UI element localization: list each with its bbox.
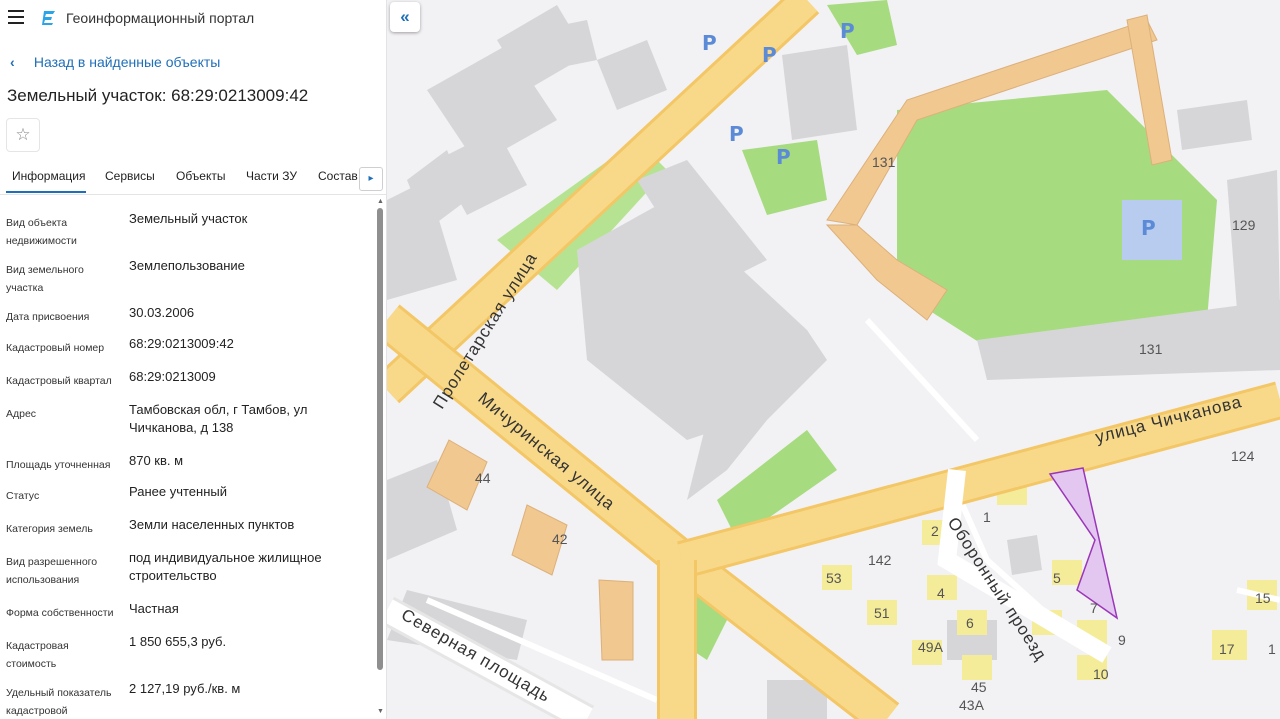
property-label: Кадастровый номер [6,342,105,354]
tab-composition[interactable]: Состав [318,169,358,183]
info-panel: Геоинформационный портал ‹ Назад в найде… [0,0,387,719]
property-value: 1 850 655,3 руб. [129,634,227,649]
hamburger-icon[interactable] [8,10,24,24]
building-number: 4 [937,585,945,601]
building-number: 51 [874,605,890,621]
building-number: 15 [1255,590,1271,606]
portal-logo-icon [42,11,55,25]
building-number: 49А [918,639,944,655]
property-label: Вид объекта недвижимости [6,217,77,247]
street-label: Мичуринская улица [474,389,618,514]
tab-bar: Информация Сервисы Объекты Части ЗУ Сост… [0,162,386,195]
property-label: Дата присвоения [6,311,90,323]
parking-icon: P [729,122,744,146]
properties-list: Вид объекта недвижимости Земельный участ… [0,196,376,719]
properties-scrollbar[interactable]: ▲ ▼ [376,196,385,719]
property-value: Частная [129,601,179,616]
property-value: под индивидуальное жилищное строительств… [129,550,322,583]
building-number: 6 [966,615,974,631]
building-number: 5 [1053,570,1061,586]
property-value: Тамбовская обл, г Тамбов, ул Чичканова, … [129,402,308,435]
building-number: 42 [552,531,568,547]
building-number: 2 [931,523,939,539]
parking-icon: P [762,43,777,67]
highlighted-parcel[interactable] [1048,467,1119,620]
tab-parts[interactable]: Части ЗУ [246,169,297,183]
property-label: Статус [6,490,40,502]
tab-services[interactable]: Сервисы [105,169,155,183]
property-value: 30.03.2006 [129,305,195,320]
property-label: Площадь уточненная [6,459,111,471]
building-number: 124 [1231,448,1255,464]
scroll-up-icon[interactable]: ▲ [377,198,384,205]
parking-icon: P [776,145,791,169]
property-value: Ранее учтенный [129,484,227,499]
building-number: 44 [475,470,491,486]
building-number: 45 [971,679,987,695]
parking-icon: P [702,31,717,55]
scroll-down-icon[interactable]: ▼ [377,708,384,715]
collapse-panel-button[interactable]: « [390,2,420,32]
active-tab-indicator [6,191,86,193]
tabs-next-button[interactable]: ▸ [359,167,383,191]
parking-icon: P [840,19,855,43]
double-chevron-left-icon: « [400,7,410,26]
building-number: 17 [1219,641,1235,657]
tab-information[interactable]: Информация [12,169,85,183]
building-number: 129 [1232,217,1256,233]
app-title: Геоинформационный портал [66,10,255,26]
map-canvas[interactable]: P P P P P P Пролетарская улица Мичуринск… [387,0,1280,719]
property-value: 68:29:0213009:42 [129,336,234,351]
property-value: 68:29:0213009 [129,369,216,384]
property-label: Вид земельного участка [6,264,84,294]
property-value: Земли населенных пунктов [129,517,295,532]
building-number: 7 [1090,600,1098,616]
scrollbar-thumb[interactable] [377,208,383,670]
star-icon: ☆ [15,125,31,144]
property-label: Адрес [6,408,37,420]
top-bar: Геоинформационный портал [0,0,386,36]
building-number: 53 [826,570,842,586]
property-label: Кадастровый квартал [6,375,112,387]
favorite-button[interactable]: ☆ [6,118,40,152]
property-value: Землепользование [129,258,245,273]
back-to-results-link[interactable]: ‹ Назад в найденные объекты [10,54,220,70]
building-number: 131 [872,154,896,170]
property-label: Кадастровая стоимость [6,640,69,670]
map-view[interactable]: P P P P P P Пролетарская улица Мичуринск… [387,0,1280,719]
page-title: Земельный участок: 68:29:0213009:42 [7,86,309,105]
property-value: Земельный участок [129,211,248,226]
property-label: Категория земель [6,523,93,535]
building-number: 1 [1268,641,1276,657]
property-label: Удельный показатель кадастровой [6,687,112,717]
building-number: 10 [1093,666,1109,682]
tab-objects[interactable]: Объекты [176,169,226,183]
property-value: 2 127,19 руб./кв. м [129,681,241,696]
back-link-label: Назад в найденные объекты [33,54,221,70]
building-number: 1 [983,509,991,525]
property-value: 870 кв. м [129,453,184,468]
property-label: Форма собственности [6,607,114,619]
building-number: 43А [959,697,985,713]
building-number: 131 [1139,341,1163,357]
building-number: 9 [1118,632,1126,648]
building-number: 142 [868,552,892,568]
parking-icon: P [1141,216,1156,240]
property-label: Вид разрешенного использования [6,556,98,586]
major-roads-2 [387,304,1280,719]
chevron-right-icon: ▸ [368,173,374,184]
chevron-left-icon: ‹ [10,54,15,70]
